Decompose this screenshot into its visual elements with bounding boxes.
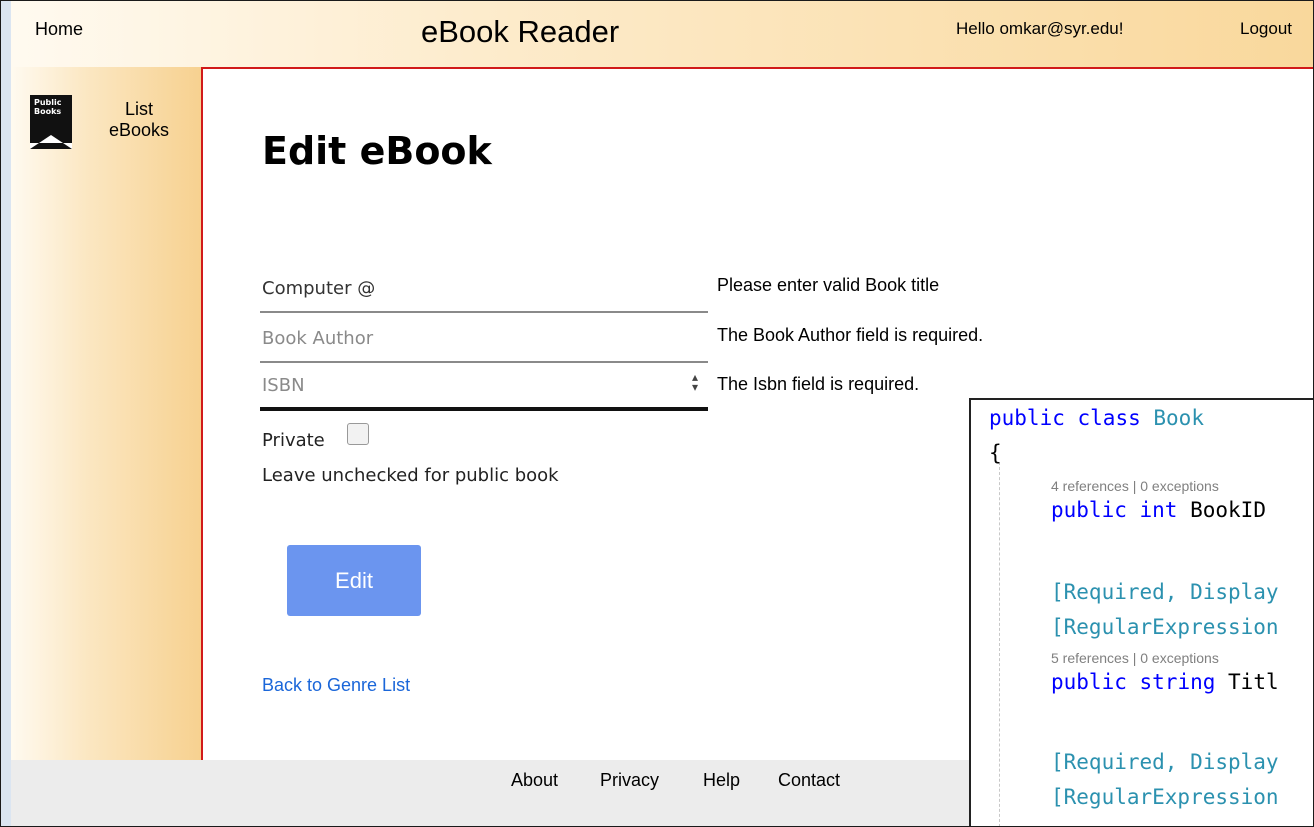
- number-spinner-icon[interactable]: ▴ ▾: [692, 371, 698, 393]
- code-line-attr3: [Required, Display: [1051, 750, 1279, 774]
- page-title: Edit eBook: [262, 129, 492, 173]
- indent-guide: [999, 462, 1000, 826]
- list-ebooks-line2: eBooks: [108, 120, 170, 140]
- footer-help-link[interactable]: Help: [703, 770, 740, 791]
- footer-about-link[interactable]: About: [511, 770, 558, 791]
- sidebar-item-list-ebooks[interactable]: List eBooks: [93, 99, 185, 141]
- code-line-class: public class Book: [989, 406, 1204, 430]
- browser-viewport: Home eBook Reader Hello omkar@syr.edu! L…: [0, 0, 1314, 827]
- home-link[interactable]: Home: [35, 19, 83, 40]
- sidebar: Public Books List eBooks: [11, 67, 201, 760]
- isbn-input[interactable]: [260, 363, 708, 411]
- edit-button[interactable]: Edit: [287, 545, 421, 616]
- author-validation-error: The Book Author field is required.: [717, 325, 984, 345]
- logout-link[interactable]: Logout: [1240, 19, 1292, 39]
- code-line-attr1: [Required, Display: [1051, 580, 1279, 604]
- public-books-logo: Public Books: [30, 95, 72, 149]
- isbn-validation-error: The Isbn field is required.: [717, 374, 920, 394]
- private-checkbox[interactable]: [347, 423, 369, 445]
- codelens-1: 4 references | 0 exceptions: [1051, 478, 1219, 494]
- list-ebooks-line1: List: [124, 99, 153, 119]
- codelens-2: 5 references | 0 exceptions: [1051, 650, 1219, 666]
- code-overlay-screenshot: public class Book { 4 references | 0 exc…: [969, 398, 1313, 826]
- code-line-title: public string Titl: [1051, 670, 1279, 694]
- private-hint: Leave unchecked for public book: [262, 465, 559, 486]
- private-label: Private: [262, 430, 325, 451]
- book-title-input[interactable]: [260, 265, 708, 313]
- logo-text: Public Books: [34, 98, 62, 116]
- code-line-attr2: [RegularExpression: [1051, 615, 1279, 639]
- title-validation-error: Please enter valid Book title: [717, 275, 940, 295]
- window-edge: [1, 1, 11, 826]
- footer-privacy-link[interactable]: Privacy: [600, 770, 659, 791]
- footer-contact-link[interactable]: Contact: [778, 770, 840, 791]
- app-title: eBook Reader: [421, 14, 620, 49]
- code-line-brace: {: [989, 441, 1002, 465]
- user-greeting[interactable]: Hello omkar@syr.edu!: [956, 19, 1124, 39]
- top-navbar: Home eBook Reader Hello omkar@syr.edu! L…: [11, 1, 1313, 67]
- back-to-genre-list-link[interactable]: Back to Genre List: [262, 675, 410, 696]
- code-line-attr4: [RegularExpression: [1051, 785, 1279, 809]
- book-author-input[interactable]: [260, 315, 708, 363]
- code-line-bookid: public int BookID: [1051, 498, 1266, 522]
